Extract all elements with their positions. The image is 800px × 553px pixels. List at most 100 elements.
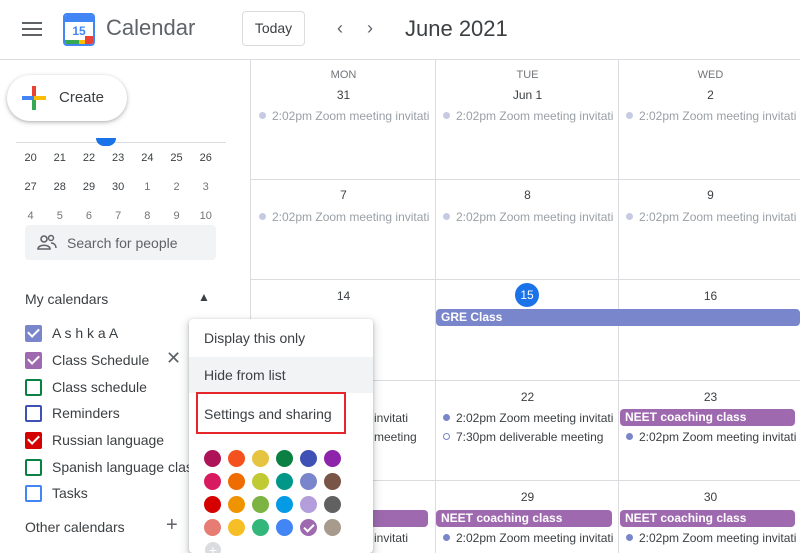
calendar-event[interactable]: 2:02pm Zoom meeting invitati xyxy=(255,210,431,227)
mini-day[interactable]: 5 xyxy=(45,210,74,222)
checkbox-unchecked-icon[interactable] xyxy=(25,459,42,476)
calendar-event[interactable]: 2:02pm Zoom meeting invitati xyxy=(622,210,798,227)
mini-day[interactable]: 4 xyxy=(16,210,45,222)
my-calendars-heading[interactable]: My calendars xyxy=(25,291,108,307)
calendar-event[interactable]: 2:02pm Zoom meeting invitati xyxy=(622,430,798,447)
color-swatch[interactable] xyxy=(324,519,341,536)
mini-day[interactable]: 7 xyxy=(104,210,133,222)
remove-calendar-icon[interactable]: ✕ xyxy=(166,348,181,369)
calendar-event-partial[interactable]: invitati xyxy=(374,531,434,548)
mini-day[interactable]: 9 xyxy=(162,210,191,222)
calendar-logo-icon[interactable]: 15 xyxy=(63,13,95,46)
color-swatch[interactable] xyxy=(252,519,269,536)
checkbox-checked-icon[interactable] xyxy=(25,432,42,449)
today-day-number[interactable]: 15 xyxy=(515,283,539,307)
calendar-event[interactable]: 2:02pm Zoom meeting invitati xyxy=(439,411,615,428)
mini-day[interactable]: 10 xyxy=(191,210,220,222)
mini-day[interactable]: 1 xyxy=(133,181,162,193)
other-calendars-heading[interactable]: Other calendars xyxy=(25,519,125,535)
neet-coaching-event[interactable]: NEET coaching class xyxy=(620,510,795,527)
calendar-event[interactable]: 2:02pm Zoom meeting invitati xyxy=(622,531,798,548)
day-number[interactable]: 7 xyxy=(252,188,435,202)
neet-coaching-event-partial[interactable] xyxy=(370,510,428,527)
mini-day[interactable]: 29 xyxy=(74,181,103,193)
search-people-field[interactable]: Search for people xyxy=(25,225,216,260)
color-swatch[interactable] xyxy=(300,473,317,490)
main-menu-icon[interactable] xyxy=(20,18,44,42)
mini-day[interactable]: 25 xyxy=(162,152,191,164)
color-swatch[interactable] xyxy=(252,496,269,513)
mini-day[interactable]: 24 xyxy=(133,152,162,164)
day-number[interactable]: 30 xyxy=(619,490,800,504)
calendar-event[interactable]: 2:02pm Zoom meeting invitati xyxy=(439,531,615,548)
display-this-only-option[interactable]: Display this only xyxy=(189,320,373,356)
mini-day[interactable]: 27 xyxy=(16,181,45,193)
color-swatch[interactable] xyxy=(324,496,341,513)
color-swatch[interactable] xyxy=(228,450,245,467)
calendar-event[interactable]: 2:02pm Zoom meeting invitati xyxy=(439,210,615,227)
chevron-up-icon[interactable]: ▲ xyxy=(198,290,210,304)
color-swatch[interactable] xyxy=(276,519,293,536)
mini-day[interactable]: 8 xyxy=(133,210,162,222)
hide-from-list-option[interactable]: Hide from list xyxy=(189,357,373,393)
color-swatch[interactable] xyxy=(228,473,245,490)
day-number[interactable]: Jun 1 xyxy=(436,88,619,102)
checkbox-unchecked-icon[interactable] xyxy=(25,405,42,422)
day-number[interactable]: 23 xyxy=(619,390,800,404)
color-swatch[interactable] xyxy=(276,450,293,467)
color-swatch[interactable] xyxy=(324,473,341,490)
add-custom-color-icon[interactable]: + xyxy=(205,542,221,553)
checkbox-unchecked-icon[interactable] xyxy=(25,379,42,396)
today-button[interactable]: Today xyxy=(242,11,305,46)
color-swatch[interactable] xyxy=(276,473,293,490)
color-swatch[interactable] xyxy=(324,450,341,467)
color-swatch[interactable] xyxy=(228,519,245,536)
mini-day[interactable]: 28 xyxy=(45,181,74,193)
color-swatch[interactable] xyxy=(252,473,269,490)
calendar-event[interactable]: 7:30pm deliverable meeting xyxy=(439,430,615,447)
mini-day[interactable]: 6 xyxy=(74,210,103,222)
day-number[interactable]: 2 xyxy=(619,88,800,102)
mini-day[interactable]: 20 xyxy=(16,152,45,164)
mini-calendar-week: 27 28 29 30 1 2 3 xyxy=(16,172,226,201)
color-swatch[interactable] xyxy=(204,519,221,536)
mini-day[interactable]: 30 xyxy=(104,181,133,193)
mini-day[interactable]: 22 xyxy=(74,152,103,164)
mini-day[interactable]: 3 xyxy=(191,181,220,193)
add-other-calendar-icon[interactable]: + xyxy=(166,514,178,537)
color-swatch[interactable] xyxy=(252,450,269,467)
calendar-event[interactable]: 2:02pm Zoom meeting invitati xyxy=(439,109,615,126)
color-swatch[interactable] xyxy=(204,450,221,467)
calendar-event[interactable]: 2:02pm Zoom meeting invitati xyxy=(622,109,798,126)
mini-day[interactable]: 2 xyxy=(162,181,191,193)
create-button[interactable]: Create xyxy=(7,75,127,121)
calendar-event-partial[interactable]: invitati xyxy=(374,411,434,428)
color-swatch[interactable] xyxy=(228,496,245,513)
day-number[interactable]: 22 xyxy=(436,390,619,404)
checkbox-checked-icon[interactable] xyxy=(25,325,42,342)
day-number[interactable]: 9 xyxy=(619,188,800,202)
mini-day[interactable]: 26 xyxy=(191,152,220,164)
day-number[interactable]: 14 xyxy=(252,289,435,303)
calendar-event[interactable]: 2:02pm Zoom meeting invitati xyxy=(255,109,431,126)
day-number[interactable]: 16 xyxy=(619,289,800,303)
previous-period-icon[interactable]: ‹ xyxy=(330,18,350,38)
neet-coaching-event[interactable]: NEET coaching class xyxy=(620,409,795,426)
day-number[interactable]: 29 xyxy=(436,490,619,504)
calendar-event-partial[interactable]: meeting xyxy=(374,430,434,447)
color-swatch[interactable] xyxy=(204,473,221,490)
day-number[interactable]: 31 xyxy=(252,88,435,102)
mini-day[interactable]: 21 xyxy=(45,152,74,164)
color-swatch[interactable] xyxy=(204,496,221,513)
color-swatch[interactable] xyxy=(300,519,317,536)
checkbox-unchecked-icon[interactable] xyxy=(25,485,42,502)
neet-coaching-event[interactable]: NEET coaching class xyxy=(436,510,612,527)
mini-day[interactable]: 23 xyxy=(104,152,133,164)
color-swatch[interactable] xyxy=(300,496,317,513)
checkbox-checked-icon[interactable] xyxy=(25,352,42,369)
color-swatch[interactable] xyxy=(276,496,293,513)
day-number[interactable]: 8 xyxy=(436,188,619,202)
next-period-icon[interactable]: › xyxy=(360,18,380,38)
gre-class-event[interactable]: GRE Class xyxy=(436,309,800,326)
color-swatch[interactable] xyxy=(300,450,317,467)
